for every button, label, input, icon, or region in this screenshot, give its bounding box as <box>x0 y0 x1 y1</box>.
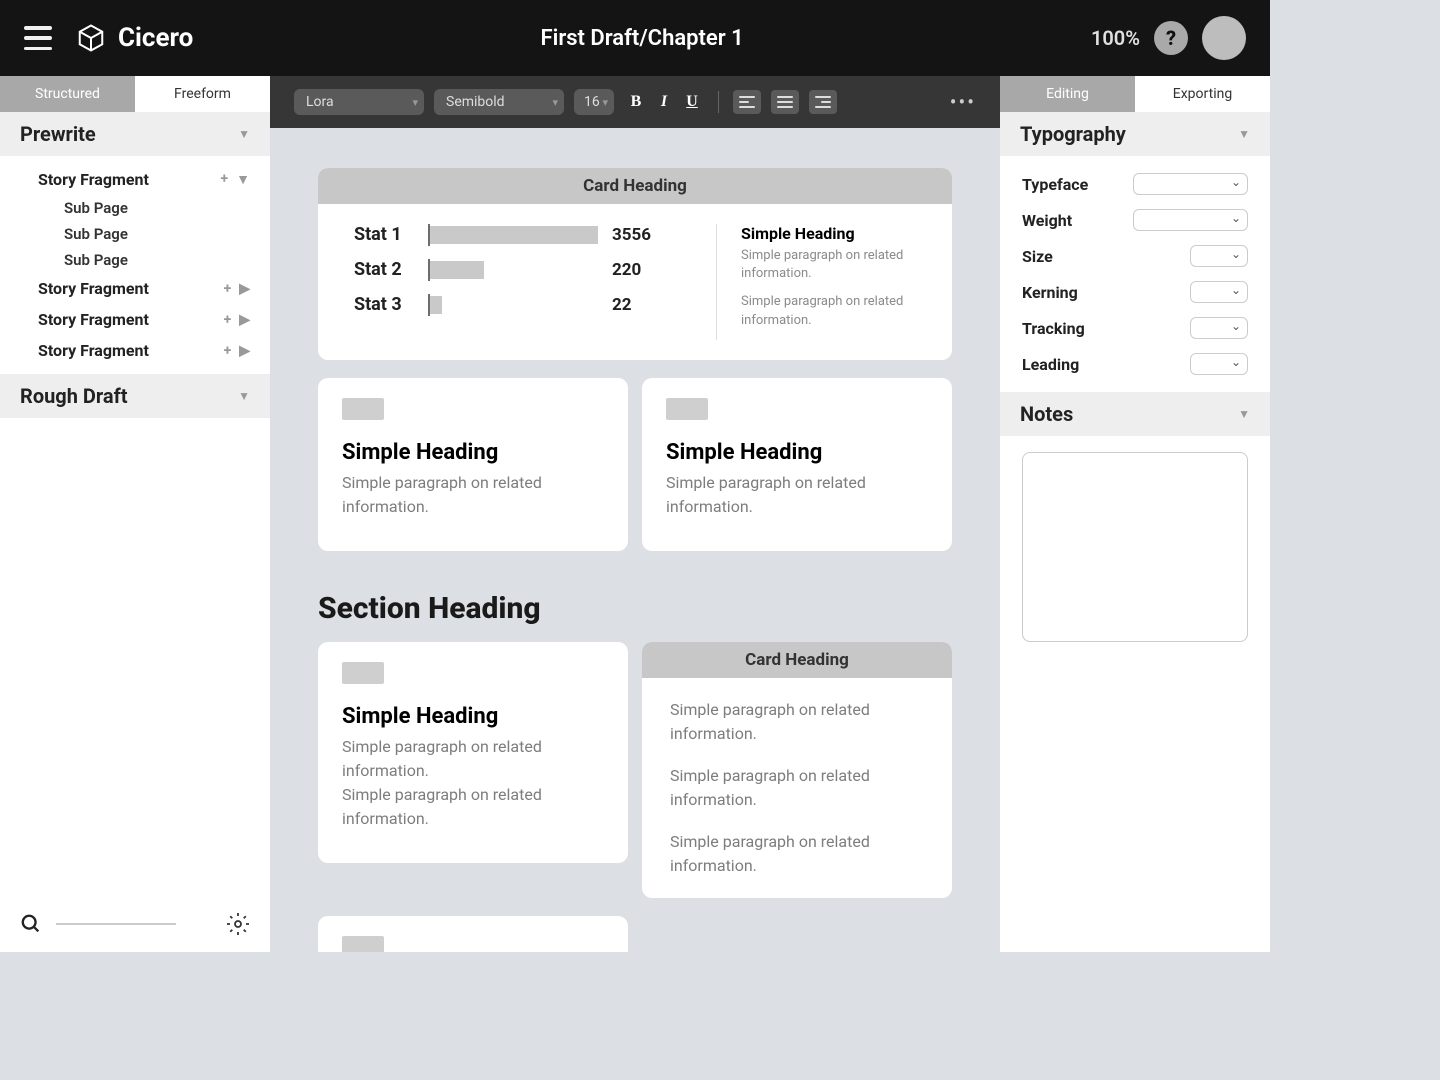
zoom-level[interactable]: 100% <box>1091 26 1140 50</box>
content-card[interactable]: Simple Heading Simple paragraph on relat… <box>318 642 628 863</box>
underline-button[interactable]: U <box>680 90 704 114</box>
story-fragment[interactable]: Story Fragment+▶ <box>0 335 270 366</box>
help-button[interactable]: ? <box>1154 21 1188 55</box>
simple-heading: Simple Heading <box>741 224 916 243</box>
stat-row: Stat 322 <box>354 294 716 315</box>
search-icon[interactable] <box>20 913 42 935</box>
stat-row: Stat 2220 <box>354 259 716 280</box>
notes-textarea[interactable] <box>1022 452 1248 642</box>
simple-heading: Simple Heading <box>342 440 604 465</box>
add-icon[interactable]: + <box>224 281 232 297</box>
format-toolbar: Lora Semibold 16 B I U ••• <box>270 76 1000 128</box>
paragraph: Simple paragraph on related information. <box>741 247 916 283</box>
chevron-right-icon[interactable]: ▶ <box>239 312 250 328</box>
align-left-button[interactable] <box>733 90 761 114</box>
simple-heading: Simple Heading <box>666 440 928 465</box>
font-weight-select[interactable]: Semibold <box>434 89 564 115</box>
list-card[interactable]: Card Heading Simple paragraph on related… <box>642 642 952 898</box>
app-logo[interactable]: Cicero <box>76 23 193 53</box>
paragraph: Simple paragraph on related information. <box>342 783 604 831</box>
tree: Story Fragment+▼ Sub Page Sub Page Sub P… <box>0 156 270 374</box>
section-rough-draft[interactable]: Rough Draft ▼ <box>0 374 270 418</box>
sub-page[interactable]: Sub Page <box>0 247 270 273</box>
align-justify-button[interactable] <box>771 90 799 114</box>
sub-page[interactable]: Sub Page <box>0 221 270 247</box>
top-bar: Cicero First Draft/Chapter 1 100% ? <box>0 0 1270 76</box>
typeface-select[interactable] <box>1133 173 1248 195</box>
paragraph: Simple paragraph on related information. <box>670 830 924 878</box>
tab-structured[interactable]: Structured <box>0 76 135 112</box>
paragraph: Simple paragraph on related information. <box>670 764 924 812</box>
typo-label: Weight <box>1022 211 1072 230</box>
paragraph: Simple paragraph on related information. <box>666 471 928 519</box>
chevron-down-icon[interactable]: ▼ <box>236 171 250 188</box>
typo-label: Kerning <box>1022 283 1078 302</box>
tracking-select[interactable] <box>1190 317 1248 339</box>
search-input[interactable] <box>56 923 176 925</box>
right-sidebar: Editing Exporting Typography ▼ Typeface … <box>1000 76 1270 952</box>
typo-label: Tracking <box>1022 319 1085 338</box>
font-family-select[interactable]: Lora <box>294 89 424 115</box>
cube-icon <box>76 23 106 53</box>
add-icon[interactable]: + <box>224 343 232 359</box>
paragraph: Simple paragraph on related information. <box>342 735 604 783</box>
italic-button[interactable]: I <box>652 90 676 114</box>
leading-select[interactable] <box>1190 353 1248 375</box>
paragraph: Simple paragraph on related information. <box>342 471 604 519</box>
chevron-down-icon: ▼ <box>238 389 250 403</box>
kerning-select[interactable] <box>1190 281 1248 303</box>
left-sidebar: Structured Freeform Prewrite ▼ Story Fra… <box>0 76 270 952</box>
chevron-right-icon[interactable]: ▶ <box>239 281 250 297</box>
image-placeholder <box>342 398 384 420</box>
simple-heading: Simple Heading <box>342 704 604 729</box>
paragraph: Simple paragraph on related information. <box>741 293 916 329</box>
section-heading: Section Heading <box>318 591 952 626</box>
font-size-select[interactable]: 16 <box>574 89 614 115</box>
image-placeholder <box>666 398 708 420</box>
section-prewrite[interactable]: Prewrite ▼ <box>0 112 270 156</box>
image-placeholder <box>342 936 384 952</box>
story-fragment[interactable]: Story Fragment+▶ <box>0 304 270 335</box>
typo-label: Size <box>1022 247 1053 266</box>
chevron-down-icon: ▼ <box>238 127 250 141</box>
menu-icon[interactable] <box>24 26 52 50</box>
typo-label: Leading <box>1022 355 1079 374</box>
stat-row: Stat 13556 <box>354 224 716 245</box>
chevron-down-icon: ▼ <box>1238 407 1250 421</box>
panel-notes[interactable]: Notes ▼ <box>1000 392 1270 436</box>
document-title[interactable]: First Draft/Chapter 1 <box>193 26 1091 51</box>
content-card[interactable]: Simple Heading <box>318 916 628 952</box>
add-icon[interactable]: + <box>224 312 232 328</box>
size-select[interactable] <box>1190 245 1248 267</box>
section-title: Rough Draft <box>20 384 128 408</box>
tab-editing[interactable]: Editing <box>1000 76 1135 112</box>
chevron-down-icon: ▼ <box>1238 127 1250 141</box>
bold-button[interactable]: B <box>624 90 648 114</box>
stats-card: Card Heading Stat 13556 Stat 2220 Stat 3… <box>318 168 952 360</box>
user-avatar[interactable] <box>1202 16 1246 60</box>
align-right-button[interactable] <box>809 90 837 114</box>
weight-select[interactable] <box>1133 209 1248 231</box>
divider <box>718 91 719 113</box>
image-placeholder <box>342 662 384 684</box>
story-fragment[interactable]: Story Fragment+▼ <box>0 164 270 195</box>
paragraph: Simple paragraph on related information. <box>670 698 924 746</box>
chevron-right-icon[interactable]: ▶ <box>239 343 250 359</box>
more-icon[interactable]: ••• <box>950 90 976 114</box>
settings-icon[interactable] <box>226 912 250 936</box>
card-heading: Card Heading <box>318 168 952 204</box>
add-icon[interactable]: + <box>221 171 229 188</box>
content-card[interactable]: Simple Heading Simple paragraph on relat… <box>318 378 628 551</box>
tab-freeform[interactable]: Freeform <box>135 76 270 112</box>
typo-label: Typeface <box>1022 175 1088 194</box>
canvas: Lora Semibold 16 B I U ••• Card Heading … <box>270 76 1000 952</box>
sub-page[interactable]: Sub Page <box>0 195 270 221</box>
panel-typography[interactable]: Typography ▼ <box>1000 112 1270 156</box>
tab-exporting[interactable]: Exporting <box>1135 76 1270 112</box>
content-card[interactable]: Simple Heading Simple paragraph on relat… <box>642 378 952 551</box>
card-heading: Card Heading <box>642 642 952 678</box>
section-title: Prewrite <box>20 122 96 146</box>
story-fragment[interactable]: Story Fragment+▶ <box>0 273 270 304</box>
app-name: Cicero <box>118 23 193 53</box>
